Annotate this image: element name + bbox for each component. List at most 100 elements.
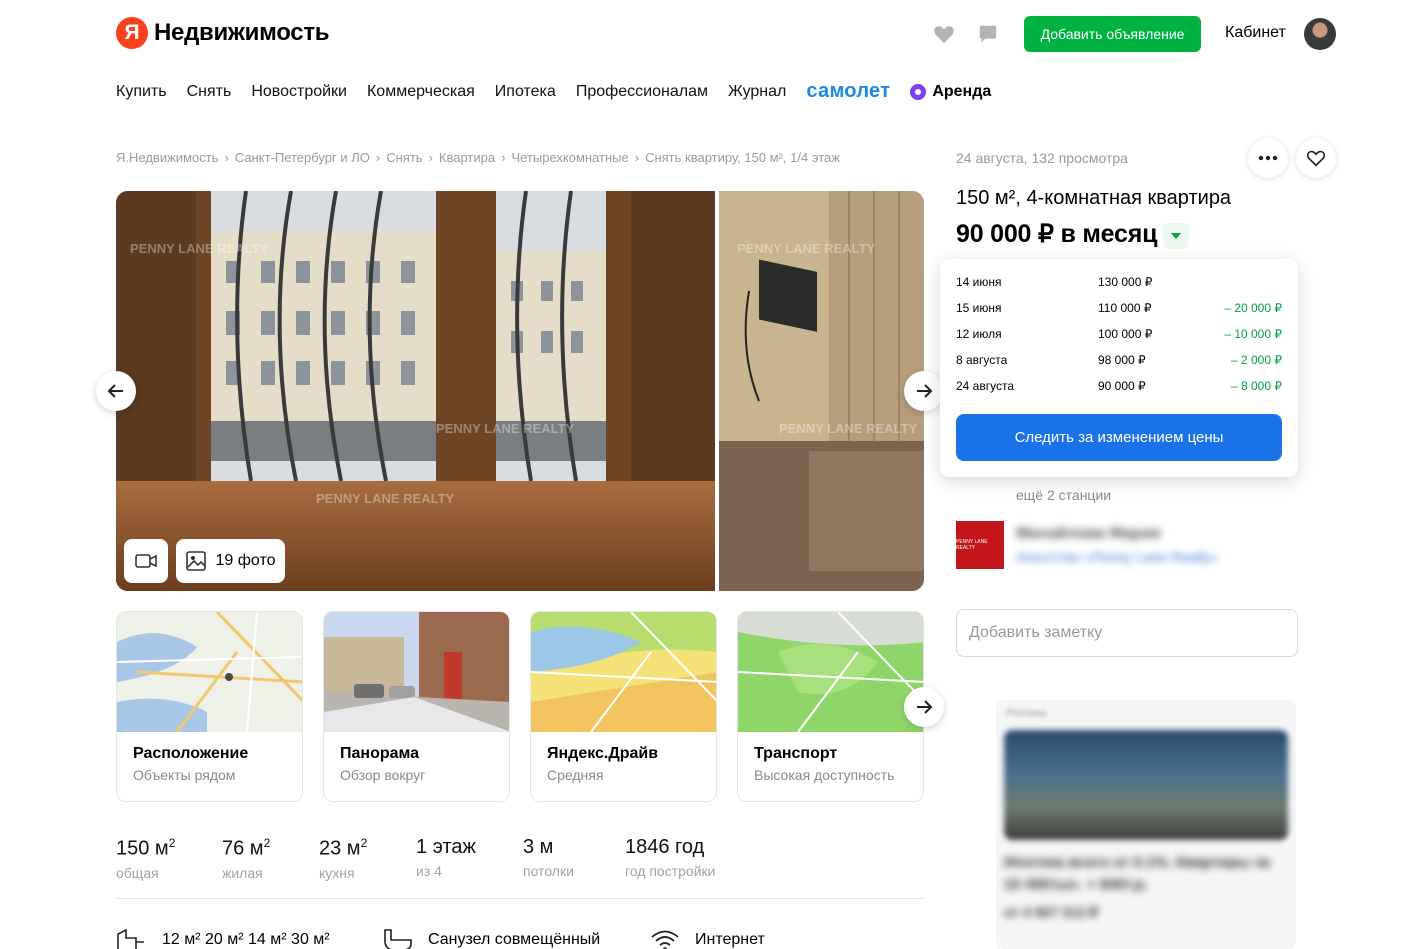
- card-yandex-drive[interactable]: Яндекс.Драйв Средняя: [530, 611, 717, 802]
- breadcrumb-item[interactable]: Квартира: [439, 150, 495, 165]
- stat-built-year: 1846 год год постройки: [625, 836, 715, 879]
- video-button[interactable]: [124, 539, 168, 583]
- ad-label: Реклама: [1006, 708, 1047, 719]
- photos-count-button[interactable]: 19 фото: [176, 539, 285, 583]
- drive-map-thumbnail: [531, 612, 716, 732]
- arrow-right-icon: [917, 384, 933, 398]
- stat-value: 1 этаж: [416, 836, 476, 858]
- history-price: 130 000 ₽: [1098, 275, 1153, 289]
- breadcrumb: Я.Недвижимость › Санкт-Петербург и ЛО › Сн…: [116, 150, 840, 165]
- feature-label: Санузел совмещённый: [428, 931, 601, 948]
- price-history-popup: 14 июня 130 000 ₽ 15 июня 110 000 ₽ – 20…: [940, 259, 1298, 477]
- history-date: 15 июня: [956, 301, 1002, 315]
- stat-label: общая: [116, 864, 159, 881]
- agent-name[interactable]: Михайлова Мария: [1016, 525, 1161, 543]
- price-history-row: 15 июня 110 000 ₽ – 20 000 ₽: [956, 299, 1282, 319]
- card-location[interactable]: Расположение Объекты рядом: [116, 611, 303, 802]
- card-subtitle: Объекты рядом: [133, 767, 236, 783]
- price-history-toggle[interactable]: [1163, 223, 1189, 249]
- agency-logo[interactable]: PENNY LANE REALTY: [956, 521, 1004, 569]
- nav-item-commercial[interactable]: Коммерческая: [367, 83, 475, 101]
- stat-label: потолки: [523, 863, 574, 879]
- breadcrumb-separator: ›: [428, 150, 433, 165]
- agency-name[interactable]: Агентство «Penny Lane Realty»: [1016, 549, 1218, 565]
- history-change: – 8 000 ₽: [1230, 379, 1282, 393]
- nav-item-arenda[interactable]: Аренда: [910, 83, 991, 101]
- nav-item-journal[interactable]: Журнал: [728, 83, 786, 101]
- stat-value: 3 м: [523, 836, 554, 858]
- price-history-row: 8 августа 98 000 ₽ – 2 000 ₽: [956, 351, 1282, 371]
- nav-item-professionals[interactable]: Профессионалам: [576, 83, 708, 101]
- card-title: Расположение: [133, 745, 249, 762]
- feature-label: 12 м² 20 м² 14 м² 30 м²: [162, 931, 330, 948]
- stat-total-area: 150 м2 общая: [116, 836, 175, 881]
- ad-image: [1004, 730, 1288, 840]
- gallery-next-button[interactable]: [904, 371, 944, 411]
- stat-value: 23 м: [319, 837, 361, 860]
- more-options-button[interactable]: [1248, 138, 1288, 178]
- nav-item-new-buildings[interactable]: Новостройки: [251, 83, 347, 101]
- stat-unit-sup: 2: [263, 836, 271, 850]
- stat-value: 76 м: [222, 837, 264, 860]
- follow-price-button[interactable]: Следить за изменением цены: [956, 414, 1282, 461]
- more-dots-icon: [1258, 155, 1278, 161]
- user-avatar[interactable]: [1304, 18, 1336, 50]
- main-nav: Купить Снять Новостройки Коммерческая Ип…: [116, 80, 991, 103]
- card-title: Транспорт: [754, 745, 838, 762]
- chat-bubble-icon[interactable]: [976, 22, 1000, 46]
- history-date: 12 июля: [956, 327, 1002, 341]
- nav-arenda-label: Аренда: [932, 82, 992, 100]
- toilet-icon: [384, 929, 412, 949]
- cabinet-link[interactable]: Кабинет: [1225, 24, 1286, 42]
- favorites-heart-icon[interactable]: [932, 22, 956, 46]
- video-camera-icon: [135, 554, 157, 568]
- nav-item-samolet[interactable]: самолет: [806, 80, 890, 103]
- arrow-right-icon: [917, 700, 933, 714]
- yandex-logo[interactable]: Я: [116, 17, 148, 49]
- history-date: 24 августа: [956, 379, 1015, 393]
- note-input[interactable]: [956, 609, 1298, 657]
- add-listing-button[interactable]: Добавить объявление: [1024, 16, 1201, 52]
- history-change: – 2 000 ₽: [1230, 353, 1282, 367]
- watermark-text: PENNY LANE REALTY: [737, 241, 876, 256]
- gallery-prev-button[interactable]: [96, 371, 136, 411]
- history-price: 90 000 ₽: [1098, 379, 1146, 393]
- more-stations-link[interactable]: ещё 2 станции: [1016, 487, 1111, 503]
- agency-logo-text: PENNY LANE REALTY: [956, 539, 988, 551]
- nav-item-rent[interactable]: Снять: [187, 83, 232, 101]
- stat-ceiling: 3 м потолки: [523, 836, 574, 879]
- ad-block[interactable]: Реклама Ипотека всего от 0.1%. Квартиры …: [996, 700, 1296, 949]
- map-thumbnail: [117, 612, 302, 732]
- arenda-logo-icon: [910, 83, 927, 100]
- breadcrumb-item[interactable]: Четырехкомнатные: [511, 150, 628, 165]
- watermark-text: PENNY LANE REALTY: [130, 241, 269, 256]
- favorite-button[interactable]: [1296, 138, 1336, 178]
- heart-outline-icon: [1306, 150, 1326, 167]
- history-date: 14 июня: [956, 275, 1002, 289]
- side-photo[interactable]: PENNY LANE REALTY PENNY LANE REALTY: [719, 191, 924, 591]
- card-panorama[interactable]: Панорама Обзор вокруг: [323, 611, 510, 802]
- breadcrumb-separator: ›: [375, 150, 381, 165]
- breadcrumb-item[interactable]: Снять: [386, 150, 422, 165]
- nav-item-mortgage[interactable]: Ипотека: [495, 83, 556, 101]
- offer-title: 150 м², 4-комнатная квартира: [956, 187, 1232, 209]
- main-photo[interactable]: PENNY LANE REALTY PENNY LANE REALTY PENN…: [116, 191, 715, 591]
- stat-label: из 4: [416, 863, 442, 879]
- stat-kitchen-area: 23 м2 кухня: [319, 836, 367, 881]
- card-transport[interactable]: Транспорт Высокая доступность: [737, 611, 924, 802]
- arrow-left-icon: [107, 384, 123, 398]
- breadcrumb-separator: ›: [224, 150, 229, 165]
- history-change: – 20 000 ₽: [1224, 301, 1282, 315]
- breadcrumb-item[interactable]: Санкт-Петербург и ЛО: [235, 150, 370, 165]
- card-subtitle: Высокая доступность: [754, 767, 895, 783]
- site-title[interactable]: Недвижимость: [154, 19, 330, 47]
- history-change: – 10 000 ₽: [1224, 327, 1282, 341]
- ad-price: от 4 907 312 ₽: [1004, 904, 1099, 920]
- history-price: 110 000 ₽: [1098, 301, 1152, 315]
- breadcrumb-item[interactable]: Я.Недвижимость: [116, 150, 218, 165]
- nav-item-buy[interactable]: Купить: [116, 83, 167, 101]
- transport-map-thumbnail: [738, 612, 923, 732]
- wifi-icon: [651, 930, 679, 949]
- cards-next-button[interactable]: [904, 687, 944, 727]
- stat-living-area: 76 м2 жилая: [222, 836, 270, 881]
